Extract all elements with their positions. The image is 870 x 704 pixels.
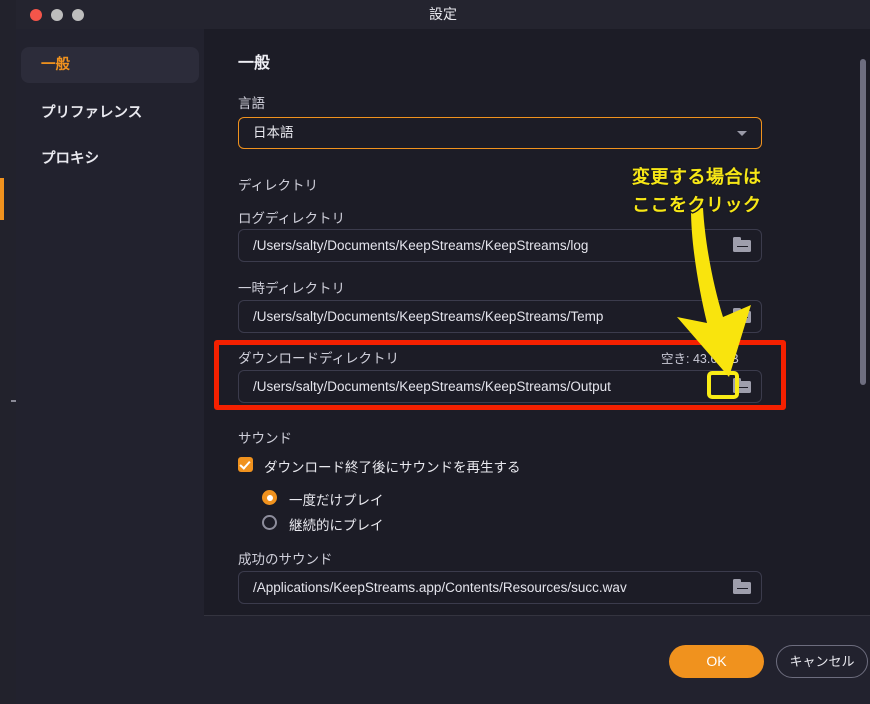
settings-content: 一般 言語 日本語 ディレクトリ ログディレクトリ /Users/salty/D…: [204, 29, 870, 615]
folder-icon[interactable]: [733, 579, 751, 594]
titlebar: 設定: [16, 0, 870, 29]
settings-window: 設定 一般 プリファレンス プロキシ 一般 言語 日本語 ディレクトリ ログディ…: [16, 0, 870, 704]
radio-play-once-label: 一度だけプレイ: [289, 493, 384, 508]
sidebar-item-general[interactable]: 一般: [21, 47, 199, 83]
content-scrollbar[interactable]: [856, 29, 870, 615]
language-label: 言語: [238, 96, 265, 111]
success-sound-label: 成功のサウンド: [238, 552, 333, 567]
ok-button[interactable]: OK: [669, 645, 764, 678]
chevron-down-icon: [737, 131, 747, 136]
play-sound-label: ダウンロード終了後にサウンドを再生する: [264, 460, 521, 475]
check-icon: [239, 458, 251, 470]
folder-icon[interactable]: [733, 378, 751, 393]
log-directory-input[interactable]: /Users/salty/Documents/KeepStreams/KeepS…: [238, 229, 762, 262]
temp-directory-value: /Users/salty/Documents/KeepStreams/KeepS…: [253, 309, 604, 324]
page-title: 一般: [238, 55, 271, 72]
annotation-line-1: 変更する場合は: [632, 167, 762, 187]
sound-section-label: サウンド: [238, 431, 292, 446]
background-window-edge[interactable]: [0, 0, 17, 704]
folder-icon[interactable]: [733, 308, 751, 323]
play-sound-checkbox[interactable]: [238, 457, 253, 472]
success-sound-input[interactable]: /Applications/KeepStreams.app/Contents/R…: [238, 571, 762, 604]
download-directory-label: ダウンロードディレクトリ: [238, 351, 400, 366]
sidebar: 一般 プリファレンス プロキシ: [16, 29, 204, 704]
download-directory-value: /Users/salty/Documents/KeepStreams/KeepS…: [253, 379, 611, 394]
free-space-text: 空き: 43.6 GB: [661, 352, 739, 366]
screen: 設定 一般 プリファレンス プロキシ 一般 言語 日本語 ディレクトリ ログディ…: [0, 0, 870, 704]
dialog-footer: OK キャンセル: [204, 615, 870, 704]
radio-play-continuous-label: 継続的にプレイ: [289, 518, 384, 533]
annotation-line-2: ここをクリック: [632, 195, 762, 215]
directory-section-label: ディレクトリ: [238, 178, 319, 193]
radio-play-continuous[interactable]: [262, 515, 277, 530]
radio-dot-icon: [266, 494, 273, 501]
language-select[interactable]: 日本語: [238, 117, 762, 149]
radio-play-once[interactable]: [262, 490, 277, 505]
scrollbar-thumb[interactable]: [860, 59, 866, 385]
log-directory-value: /Users/salty/Documents/KeepStreams/KeepS…: [253, 238, 589, 253]
success-sound-value: /Applications/KeepStreams.app/Contents/R…: [253, 580, 627, 595]
sidebar-item-proxy[interactable]: プロキシ: [21, 141, 199, 177]
temp-directory-input[interactable]: /Users/salty/Documents/KeepStreams/KeepS…: [238, 300, 762, 333]
temp-directory-label: 一時ディレクトリ: [238, 281, 346, 296]
log-directory-label: ログディレクトリ: [238, 211, 346, 226]
sidebar-item-preferences[interactable]: プリファレンス: [21, 95, 199, 131]
download-directory-input[interactable]: /Users/salty/Documents/KeepStreams/KeepS…: [238, 370, 762, 403]
folder-icon[interactable]: [733, 237, 751, 252]
language-select-value: 日本語: [253, 125, 294, 140]
window-title: 設定: [429, 6, 457, 22]
cancel-button[interactable]: キャンセル: [776, 645, 868, 678]
background-window-accent: [0, 178, 4, 220]
